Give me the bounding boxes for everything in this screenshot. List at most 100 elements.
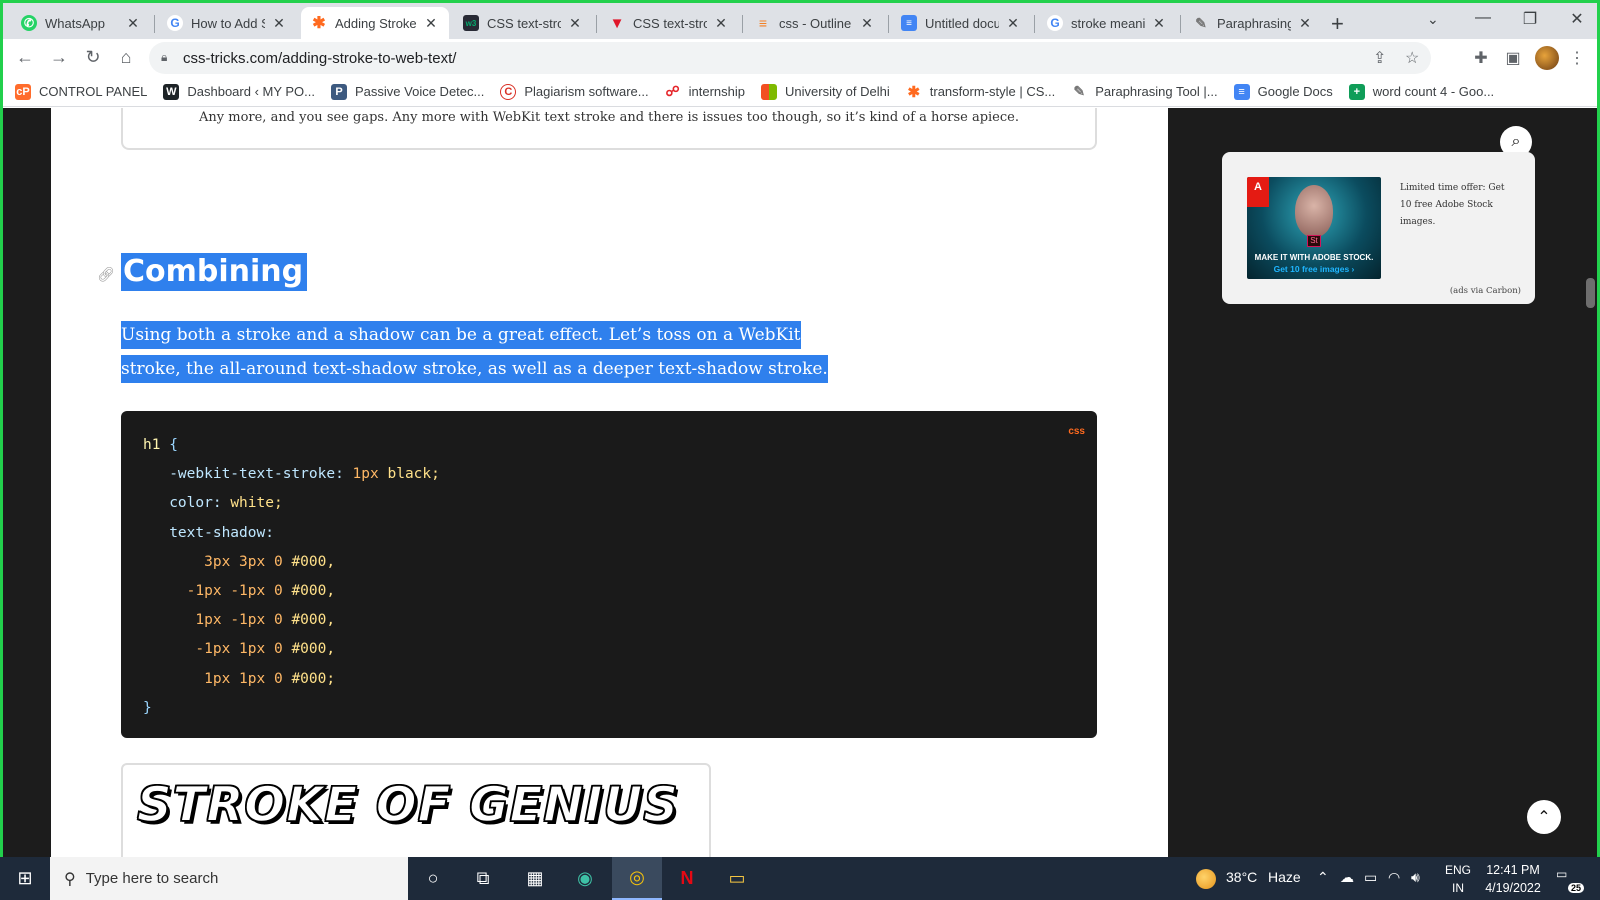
code-line: h1 {	[143, 437, 178, 453]
close-tab-icon[interactable]: ✕	[713, 15, 729, 32]
notification-icon[interactable]: ▭ 25	[1556, 867, 1584, 893]
menu-icon[interactable]: ⋮	[1565, 48, 1589, 68]
restore-icon[interactable]: ❐	[1510, 9, 1550, 29]
tab-adding-stroke[interactable]: ✱ Adding Stroke ✕	[301, 7, 449, 39]
notification-badge: 25	[1567, 883, 1584, 893]
minimize-icon[interactable]: —	[1463, 9, 1503, 27]
bookmark-internship[interactable]: ☍ internship	[664, 83, 745, 100]
tab-how-to-add[interactable]: G How to Add S ✕	[157, 7, 297, 39]
carbon-ad[interactable]: A St MAKE IT WITH ADOBE STOCK. Get 10 fr…	[1222, 152, 1535, 304]
bookmark-google-docs[interactable]: ≡ Google Docs	[1233, 83, 1333, 100]
bookmark-paraphrasing-tool[interactable]: ✎ Paraphrasing Tool |...	[1071, 83, 1218, 100]
anchor-link-icon[interactable]: 🔗︎	[97, 266, 115, 283]
tab-separator	[1034, 15, 1035, 33]
scrollbar-thumb[interactable]	[1586, 278, 1595, 308]
close-tab-icon[interactable]: ✕	[125, 15, 141, 32]
cortana-icon[interactable]: ○	[408, 857, 458, 900]
bookmark-transform-style[interactable]: ✱ transform-style | CS...	[905, 83, 1055, 101]
page-viewport: Any more, and you see gaps. Any more wit…	[3, 108, 1597, 860]
volume-icon[interactable]: 🔊︎	[1411, 869, 1420, 886]
code-line: -webkit-text-stroke: 1px black;	[169, 466, 440, 483]
home-icon[interactable]: ⌂	[114, 47, 138, 68]
code-line: 1px 1px 0 #000;	[204, 670, 336, 687]
chrome-icon[interactable]: ◎	[612, 857, 662, 900]
task-view-icon[interactable]: ⧉	[458, 857, 508, 900]
close-tab-icon[interactable]: ✕	[859, 15, 875, 32]
ad-image[interactable]: A St MAKE IT WITH ADOBE STOCK. Get 10 fr…	[1247, 177, 1381, 279]
new-tab-button[interactable]: +	[1331, 11, 1344, 37]
tab-untitled-document[interactable]: ≡ Untitled docu ✕	[891, 7, 1031, 39]
tab-paraphrasing[interactable]: ✎ Paraphrasing ✕	[1183, 7, 1323, 39]
ad-attribution[interactable]: (ads via Carbon)	[1450, 286, 1521, 296]
address-bar[interactable]: 🔒︎ css-tricks.com/adding-stroke-to-web-t…	[149, 42, 1431, 74]
adobe-logo-icon: A	[1247, 177, 1269, 207]
ad-description[interactable]: Limited time offer: Get 10 free Adobe St…	[1400, 180, 1510, 231]
paragraph-line: stroke, the all-around text-shadow strok…	[121, 355, 828, 383]
close-tab-icon[interactable]: ✕	[271, 15, 287, 32]
language-indicator[interactable]: ENG IN	[1442, 861, 1474, 897]
tab-stroke-meaning[interactable]: G stroke meanin ✕	[1037, 7, 1177, 39]
netflix-icon[interactable]: N	[662, 857, 712, 900]
tab-search-icon[interactable]: ⌄	[1427, 11, 1439, 28]
code-line: 1px -1px 0 #000,	[195, 612, 336, 629]
edge-icon[interactable]: ◉	[560, 857, 610, 900]
document-icon: P	[331, 83, 348, 100]
tab-css-text-stroke-w3[interactable]: w3 CSS text-strok ✕	[453, 7, 593, 39]
bookmark-dashboard[interactable]: W Dashboard ‹ MY PO...	[163, 83, 315, 100]
tab-separator	[1180, 15, 1181, 33]
bookmark-university-of-delhi[interactable]: University of Delhi	[761, 83, 890, 100]
bookmark-star-icon[interactable]: ☆	[1405, 48, 1419, 68]
demo-stroke-text: STROKE OF GENIUS	[136, 776, 679, 834]
tab-separator	[596, 15, 597, 33]
css-tricks-icon: ✱	[905, 83, 922, 101]
paragraph-line: Using both a stroke and a shadow can be …	[121, 321, 801, 349]
temperature-text[interactable]: 38°C	[1226, 869, 1257, 885]
css-tricks-icon: ✱	[312, 15, 326, 32]
weather-sun-icon[interactable]	[1196, 869, 1216, 889]
weather-text[interactable]: Haze	[1268, 869, 1301, 885]
side-panel-icon[interactable]: ▣	[1501, 48, 1525, 68]
reload-icon[interactable]: ↻	[81, 47, 105, 68]
clock[interactable]: 12:41 PM 4/19/2022	[1478, 861, 1548, 897]
browser-toolbar: ← → ↻ ⌂ 🔒︎ css-tricks.com/adding-stroke-…	[3, 39, 1597, 77]
file-explorer-icon[interactable]: ▭	[712, 857, 762, 900]
tab-css-text-stroke-v[interactable]: ▼ CSS text-strok ✕	[599, 7, 739, 39]
tab-separator	[742, 15, 743, 33]
copyright-icon: C	[500, 83, 517, 100]
tab-css-outline[interactable]: ≡ css - Outline e ✕	[745, 7, 885, 39]
bookmark-passive-voice[interactable]: P Passive Voice Detec...	[331, 83, 484, 100]
windows-start-icon[interactable]: ⊞	[0, 857, 50, 900]
battery-icon[interactable]: ▭	[1364, 869, 1377, 886]
share-icon[interactable]: ⇪	[1373, 48, 1386, 68]
code-line: 3px 3px 0 #000,	[204, 553, 336, 570]
bookmark-word-count[interactable]: + word count 4 - Goo...	[1348, 83, 1494, 100]
code-block[interactable]: css h1 { -webkit-text-stroke: 1px black;…	[121, 411, 1097, 738]
windows-taskbar: ⊞ ⚲ Type here to search ○ ⧉ ▦ ◉ ◎ N ▭ 38…	[0, 857, 1600, 900]
close-window-icon[interactable]: ✕	[1557, 9, 1597, 29]
back-icon[interactable]: ←	[13, 47, 37, 68]
w3schools-icon: w3	[463, 15, 479, 31]
tab-whatsapp[interactable]: ✆ WhatsApp ✕	[11, 7, 151, 39]
taskbar-search-box[interactable]: ⚲ Type here to search	[50, 857, 408, 900]
scroll-to-top-button[interactable]: ⌃	[1527, 800, 1561, 834]
google-docs-icon: ≡	[1233, 83, 1250, 100]
url-text[interactable]: css-tricks.com/adding-stroke-to-web-text…	[183, 50, 456, 67]
bookmark-plagiarism[interactable]: C Plagiarism software...	[500, 83, 649, 100]
close-tab-icon[interactable]: ✕	[1151, 15, 1167, 32]
code-line: }	[143, 699, 152, 716]
close-tab-icon[interactable]: ✕	[1005, 15, 1021, 32]
lock-icon[interactable]: 🔒︎	[161, 50, 167, 65]
extensions-icon[interactable]: ✚	[1469, 48, 1493, 68]
bookmark-control-panel[interactable]: cP CONTROL PANEL	[15, 83, 147, 100]
onedrive-cloud-icon[interactable]: ☁	[1340, 869, 1354, 886]
ad-portrait	[1295, 185, 1333, 237]
wifi-icon[interactable]: ◠	[1388, 869, 1400, 886]
close-tab-icon[interactable]: ✕	[567, 15, 583, 32]
forward-icon[interactable]: →	[47, 47, 71, 68]
profile-avatar[interactable]	[1535, 46, 1559, 70]
close-tab-icon[interactable]: ✕	[1297, 15, 1313, 32]
microsoft-store-icon[interactable]: ▦	[510, 857, 560, 900]
close-tab-icon[interactable]: ✕	[423, 15, 439, 32]
chevron-up-icon[interactable]: ⌃	[1317, 869, 1329, 886]
code-line: text-shadow:	[169, 524, 274, 541]
